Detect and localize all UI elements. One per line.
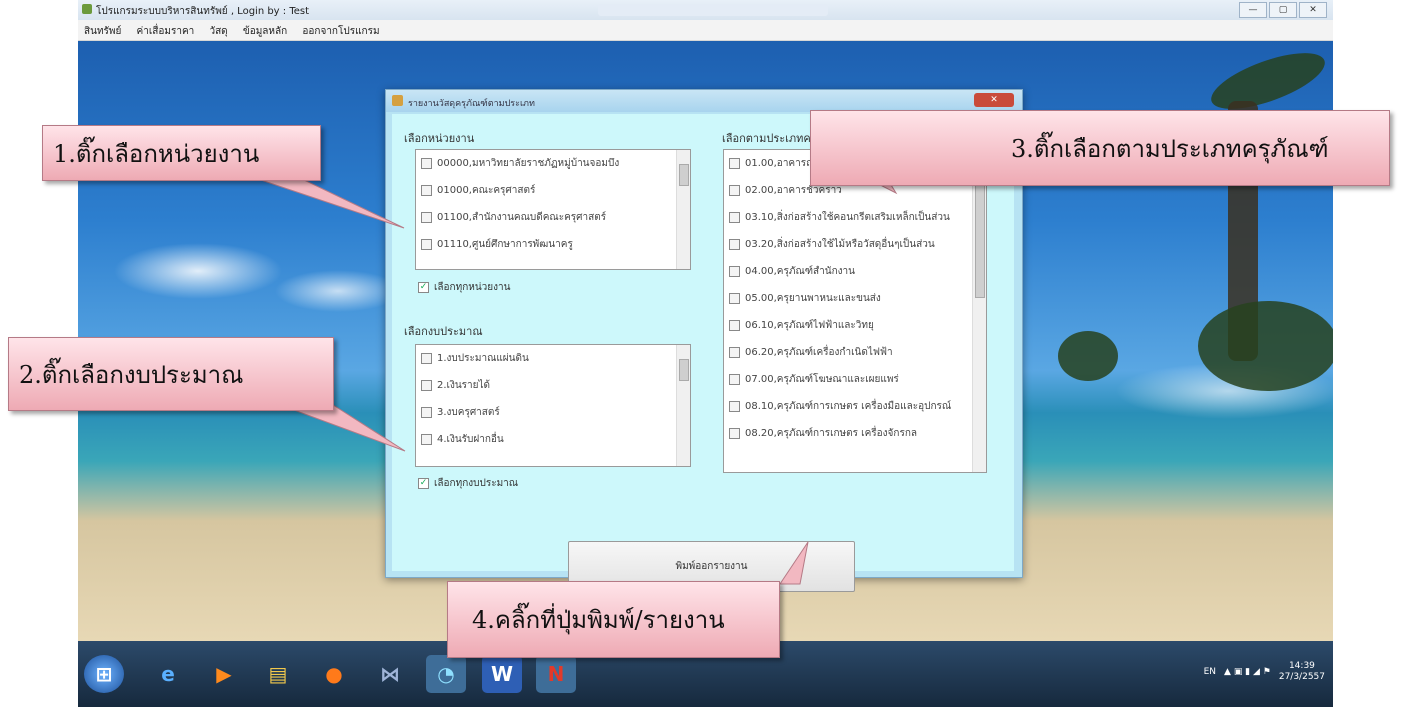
messenger-icon[interactable]: ◔: [426, 655, 466, 693]
checkbox[interactable]: [421, 212, 432, 223]
units-listbox[interactable]: 00000,มหาวิทยาลัยราชภัฏหมู่บ้านจอมบึง 01…: [415, 149, 691, 270]
checkbox[interactable]: [729, 212, 740, 223]
bowtie-app-icon[interactable]: ⋈: [370, 655, 410, 693]
callout-click-print: 4.คลิ๊กที่ปุ่มพิมพ์/รายงาน: [447, 581, 780, 658]
system-tray: EN ▲ ▣ ▮ ◢ ⚑ 14:39 27/3/2557: [1204, 661, 1325, 683]
list-item[interactable]: 2.เงินรายได้: [416, 372, 690, 399]
n-app-icon[interactable]: N: [536, 655, 576, 693]
app-icon: [82, 4, 92, 14]
checkbox[interactable]: [421, 185, 432, 196]
browser-tab[interactable]: [598, 4, 828, 16]
list-item[interactable]: 01110,ศูนย์ศึกษาการพัฒนาครู: [416, 231, 690, 258]
checkbox[interactable]: [729, 293, 740, 304]
internet-explorer-icon[interactable]: e: [148, 655, 188, 693]
budget-label: เลือกงบประมาณ: [404, 325, 483, 338]
checkbox[interactable]: [729, 374, 740, 385]
checkbox-checked[interactable]: ✓: [418, 282, 429, 293]
list-item[interactable]: 01100,สำนักงานคณบดีคณะครุศาสตร์: [416, 204, 690, 231]
clock-date: 27/3/2557: [1278, 672, 1325, 682]
checkbox[interactable]: [421, 158, 432, 169]
media-player-icon[interactable]: ▶: [204, 655, 244, 693]
list-item[interactable]: 08.20,ครุภัณฑ์การเกษตร เครื่องจักรกล: [724, 420, 986, 447]
budget-check-all[interactable]: ✓ เลือกทุกงบประมาณ: [418, 476, 518, 491]
menu-materials[interactable]: วัสดุ: [203, 20, 233, 43]
units-scrollbar[interactable]: [676, 150, 690, 269]
checkbox[interactable]: [729, 185, 740, 196]
language-indicator[interactable]: EN: [1204, 667, 1216, 677]
checkbox[interactable]: [729, 320, 740, 331]
maximize-button[interactable]: ▢: [1269, 2, 1297, 18]
units-check-all[interactable]: ✓ เลือกทุกหน่วยงาน: [418, 280, 511, 295]
list-item[interactable]: 1.งบประมาณแผ่นดิน: [416, 345, 690, 372]
types-listbox[interactable]: 01.00,อาคารถาวร 02.00,อาคารชั่วคราว 03.1…: [723, 149, 987, 473]
types-scrollbar[interactable]: [972, 150, 986, 472]
window-titlebar: โปรแกรมระบบบริหารสินทรัพย์ , Login by : …: [78, 0, 1333, 20]
start-orb-icon[interactable]: ⊞: [84, 655, 124, 693]
list-item[interactable]: 06.10,ครุภัณฑ์ไฟฟ้าและวิทยุ: [724, 312, 986, 339]
checkbox[interactable]: [421, 239, 432, 250]
callout-select-types: 3.ติ๊กเลือกตามประเภทครุภัณฑ์: [810, 110, 1390, 186]
firefox-icon[interactable]: ●: [314, 655, 354, 693]
list-item[interactable]: 03.10,สิ่งก่อสร้างใช้คอนกรีตเสริมเหล็กเป…: [724, 204, 986, 231]
budget-scrollbar[interactable]: [676, 345, 690, 466]
minimize-button[interactable]: —: [1239, 2, 1267, 18]
checkbox[interactable]: [421, 380, 432, 391]
callout-select-budget: 2.ติ๊กเลือกงบประมาณ: [8, 337, 334, 411]
checkbox[interactable]: [729, 158, 740, 169]
menu-exit[interactable]: ออกจากโปรแกรม: [296, 20, 385, 43]
clock[interactable]: 14:39 27/3/2557: [1279, 661, 1325, 683]
list-item[interactable]: 3.งบครุศาสตร์: [416, 399, 690, 426]
checkbox[interactable]: [729, 347, 740, 358]
dialog-titlebar: รายงานวัสดุครุภัณฑ์ตามประเภท ✕: [386, 90, 1022, 112]
checkbox[interactable]: [421, 407, 432, 418]
list-item[interactable]: 07.00,ครุภัณฑ์โฆษณาและเผยแพร่: [724, 366, 986, 393]
menu-master-data[interactable]: ข้อมูลหลัก: [237, 20, 293, 43]
tray-icons[interactable]: ▲ ▣ ▮ ◢ ⚑: [1224, 667, 1271, 677]
list-item[interactable]: 03.20,สิ่งก่อสร้างใช้ไม้หรือวัสดุอื่นๆเป…: [724, 231, 986, 258]
list-item[interactable]: 05.00,ครุยานพาหนะและขนส่ง: [724, 285, 986, 312]
close-window-button[interactable]: ✕: [1299, 2, 1327, 18]
list-item[interactable]: 04.00,ครุภัณฑ์สำนักงาน: [724, 258, 986, 285]
menu-bar: สินทรัพย์ ค่าเสื่อมราคา วัสดุ ข้อมูลหลัก…: [78, 20, 1333, 41]
budget-listbox[interactable]: 1.งบประมาณแผ่นดิน 2.เงินรายได้ 3.งบครุศา…: [415, 344, 691, 467]
list-item[interactable]: 00000,มหาวิทยาลัยราชภัฏหมู่บ้านจอมบึง: [416, 150, 690, 177]
dialog-title: รายงานวัสดุครุภัณฑ์ตามประเภท: [408, 99, 535, 109]
folder-icon[interactable]: ▤: [258, 655, 298, 693]
list-item[interactable]: 4.เงินรับฝากอื่น: [416, 426, 690, 453]
checkbox[interactable]: [421, 353, 432, 364]
checkbox-checked[interactable]: ✓: [418, 478, 429, 489]
menu-assets[interactable]: สินทรัพย์: [78, 20, 127, 43]
checkbox[interactable]: [421, 434, 432, 445]
dialog-close-button[interactable]: ✕: [974, 93, 1014, 107]
checkbox[interactable]: [729, 428, 740, 439]
menu-depreciation[interactable]: ค่าเสื่อมราคา: [131, 20, 201, 43]
word-icon[interactable]: W: [482, 655, 522, 693]
dialog-icon: [392, 95, 403, 106]
window-title: โปรแกรมระบบบริหารสินทรัพย์ , Login by : …: [96, 6, 310, 17]
checkbox[interactable]: [729, 266, 740, 277]
checkbox[interactable]: [729, 401, 740, 412]
list-item[interactable]: 01000,คณะครุศาสตร์: [416, 177, 690, 204]
clock-time: 14:39: [1288, 661, 1315, 671]
checkbox[interactable]: [729, 239, 740, 250]
list-item[interactable]: 08.10,ครุภัณฑ์การเกษตร เครื่องมือและอุปก…: [724, 393, 986, 420]
units-label: เลือกหน่วยงาน: [404, 132, 475, 145]
list-item[interactable]: 06.20,ครุภัณฑ์เครื่องกำเนิดไฟฟ้า: [724, 339, 986, 366]
callout-select-units: 1.ติ๊กเลือกหน่วยงาน: [42, 125, 321, 181]
